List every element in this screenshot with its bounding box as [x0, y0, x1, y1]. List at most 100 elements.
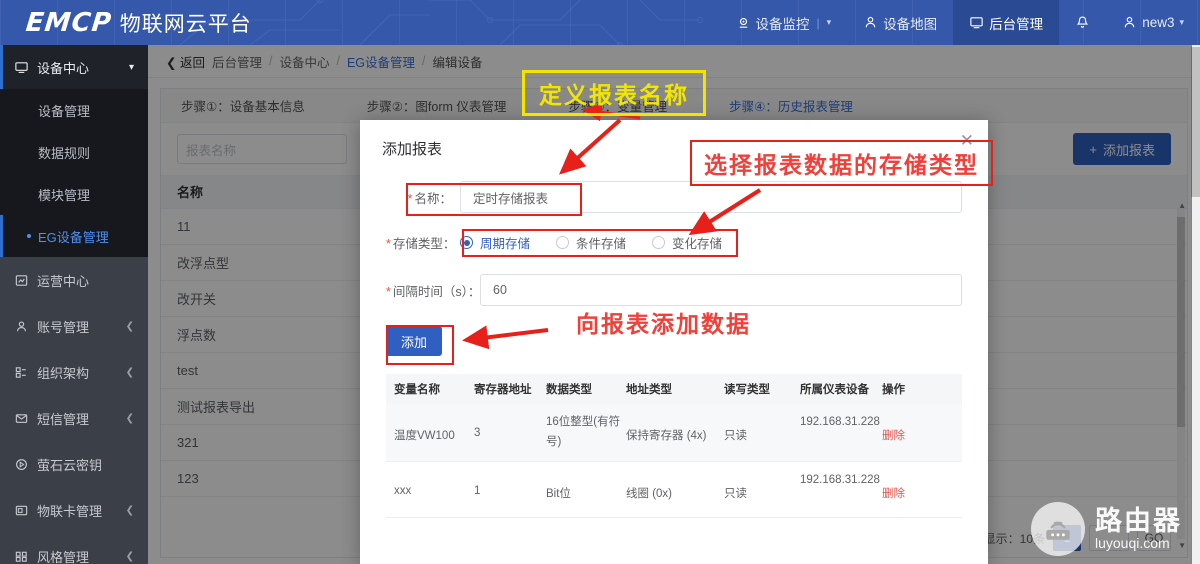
- sidebar-item-label: 物联卡管理: [37, 501, 102, 520]
- chevron-left-icon[interactable]: ❮: [126, 505, 134, 516]
- add-report-dialog: 添加报表 ✕ *名称： 定时存储报表 *存储类型： 周期存储 条件存储: [360, 120, 988, 564]
- required-marker: *: [386, 285, 391, 299]
- interval-label-text: 间隔时间（s）：: [393, 285, 481, 299]
- page-scrollbar[interactable]: [1191, 45, 1200, 564]
- iot-card-icon: [14, 503, 29, 518]
- cell-device: 192.168.31.228: [800, 471, 882, 491]
- user-name-label: new3: [1142, 15, 1174, 30]
- sidebar-item-operations-center[interactable]: 运营中心: [0, 257, 148, 303]
- cell-rw-type: 只读: [724, 413, 800, 443]
- admin-icon: [969, 15, 984, 30]
- cell-data-type: 16位整型(有符号): [546, 413, 626, 452]
- cell-device: 192.168.31.228: [800, 413, 882, 433]
- radio-conditional-storage[interactable]: 条件存储: [556, 233, 626, 252]
- delete-link[interactable]: 删除: [882, 488, 905, 500]
- nav-admin[interactable]: 后台管理: [953, 0, 1059, 45]
- table-bottom-border: [386, 517, 962, 518]
- sidebar-group-device-center[interactable]: 设备中心 ▾: [0, 45, 148, 89]
- sidebar-item-device-management[interactable]: 设备管理: [0, 89, 148, 131]
- name-field-label: *名称：: [386, 188, 452, 207]
- radio-periodic-storage[interactable]: 周期存储: [460, 233, 530, 252]
- cell-reg-addr: 3: [474, 413, 546, 439]
- delete-link[interactable]: 删除: [882, 430, 905, 442]
- sidebar-item-sms-management[interactable]: 短信管理 ❮: [0, 395, 148, 441]
- sidebar-item-label: 组织架构: [37, 363, 89, 382]
- chevron-down-icon[interactable]: ▾: [129, 62, 134, 73]
- monitor-icon: [736, 15, 751, 30]
- operations-icon: [14, 273, 29, 288]
- top-bar: EMCP 物联网云平台 设备监控 | ▾ 设备地图: [0, 0, 1200, 45]
- nav-device-monitor-label: 设备监控: [756, 13, 810, 33]
- column-header-addr-type: 地址类型: [626, 381, 724, 397]
- chevron-down-icon[interactable]: ▾: [827, 17, 832, 28]
- close-icon[interactable]: ✕: [960, 132, 974, 149]
- interval-field-label: *间隔时间（s）：: [386, 281, 472, 300]
- interval-value: 60: [493, 283, 507, 297]
- report-name-value: 定时存储报表: [473, 188, 548, 207]
- storage-type-label: *存储类型：: [386, 233, 452, 252]
- table-row[interactable]: xxx 1 Bit位 线圈 (0x) 只读 192.168.31.228 删除: [386, 461, 962, 517]
- nav-device-map[interactable]: 设备地图: [847, 0, 953, 45]
- page-scrollbar-thumb[interactable]: [1191, 47, 1200, 197]
- sidebar-item-label: 萤石云密钥: [37, 455, 102, 474]
- user-icon: [1122, 15, 1137, 30]
- radio-dot-icon: [460, 236, 473, 249]
- cell-var-name: 温度VW100: [386, 413, 474, 443]
- sidebar-item-ezviz-key[interactable]: 萤石云密钥: [0, 441, 148, 487]
- add-data-button[interactable]: 添加: [386, 326, 442, 356]
- table-row[interactable]: 温度VW100 3 16位整型(有符号) 保持寄存器 (4x) 只读 192.1…: [386, 404, 962, 461]
- storage-type-label-text: 存储类型：: [393, 237, 456, 251]
- dialog-title: 添加报表: [360, 120, 988, 165]
- chevron-left-icon[interactable]: ❮: [126, 367, 134, 378]
- sidebar-item-label: 设备管理: [38, 101, 90, 120]
- sidebar-item-organization[interactable]: 组织架构 ❮: [0, 349, 148, 395]
- cell-addr-type: 保持寄存器 (4x): [626, 413, 724, 443]
- nav-device-map-label: 设备地图: [883, 13, 937, 33]
- form-row-storage-type: *存储类型： 周期存储 条件存储 变化存储: [360, 229, 988, 256]
- required-marker: *: [386, 237, 391, 251]
- sidebar-item-label: 模块管理: [38, 185, 90, 204]
- interval-input[interactable]: 60: [480, 274, 962, 306]
- sidebar-item-iot-card-management[interactable]: 物联卡管理 ❮: [0, 487, 148, 533]
- report-name-input[interactable]: 定时存储报表: [460, 181, 962, 213]
- chevron-down-icon[interactable]: ▾: [1179, 17, 1184, 28]
- variable-table: 变量名称 寄存器地址 数据类型 地址类型 读写类型 所属仪表设备 操作 温度VW…: [386, 374, 962, 517]
- radio-label: 周期存储: [480, 233, 530, 252]
- chevron-left-icon[interactable]: ❮: [126, 321, 134, 332]
- form-row-add-button: 添加: [360, 326, 988, 356]
- column-header-rw-type: 读写类型: [724, 381, 800, 397]
- name-label-text: 名称：: [414, 192, 452, 206]
- radio-label: 变化存储: [672, 233, 722, 252]
- nav-separator: |: [817, 16, 820, 30]
- style-icon: [14, 549, 29, 564]
- sidebar-item-eg-device-management[interactable]: EG设备管理: [0, 215, 148, 257]
- radio-dot-icon: [556, 236, 569, 249]
- column-header-reg-addr: 寄存器地址: [474, 381, 546, 397]
- sidebar-item-module-management[interactable]: 模块管理: [0, 173, 148, 215]
- chevron-left-icon[interactable]: ❮: [126, 551, 134, 562]
- cell-var-name: xxx: [386, 471, 474, 497]
- top-navigation: 设备监控 | ▾ 设备地图 后台管理: [720, 0, 1200, 45]
- radio-change-storage[interactable]: 变化存储: [652, 233, 722, 252]
- sidebar-item-label: 运营中心: [37, 271, 89, 290]
- sidebar-item-data-rules[interactable]: 数据规则: [0, 131, 148, 173]
- radio-dot-icon: [652, 236, 665, 249]
- nav-device-monitor[interactable]: 设备监控 | ▾: [720, 0, 848, 45]
- sidebar: 设备中心 ▾ 设备管理 数据规则 模块管理 EG设备管理 运营中心: [0, 45, 148, 564]
- org-icon: [14, 365, 29, 380]
- notifications-button[interactable]: [1059, 0, 1106, 45]
- sidebar-item-label: 风格管理: [37, 547, 89, 564]
- sidebar-item-style-management[interactable]: 风格管理 ❮: [0, 533, 148, 564]
- sidebar-item-label: 短信管理: [37, 409, 89, 428]
- sidebar-item-account-management[interactable]: 账号管理 ❮: [0, 303, 148, 349]
- user-menu[interactable]: new3 ▾: [1106, 0, 1200, 45]
- device-center-icon: [14, 60, 29, 75]
- sidebar-item-label: 数据规则: [38, 143, 90, 162]
- bell-icon: [1075, 15, 1090, 30]
- storage-type-radio-group: 周期存储 条件存储 变化存储: [460, 229, 722, 256]
- brand-name-en: EMCP: [24, 8, 113, 38]
- sidebar-item-label: 账号管理: [37, 317, 89, 336]
- chevron-left-icon[interactable]: ❮: [126, 413, 134, 424]
- key-icon: [14, 457, 29, 472]
- brand-name-cn: 物联网云平台: [120, 8, 252, 38]
